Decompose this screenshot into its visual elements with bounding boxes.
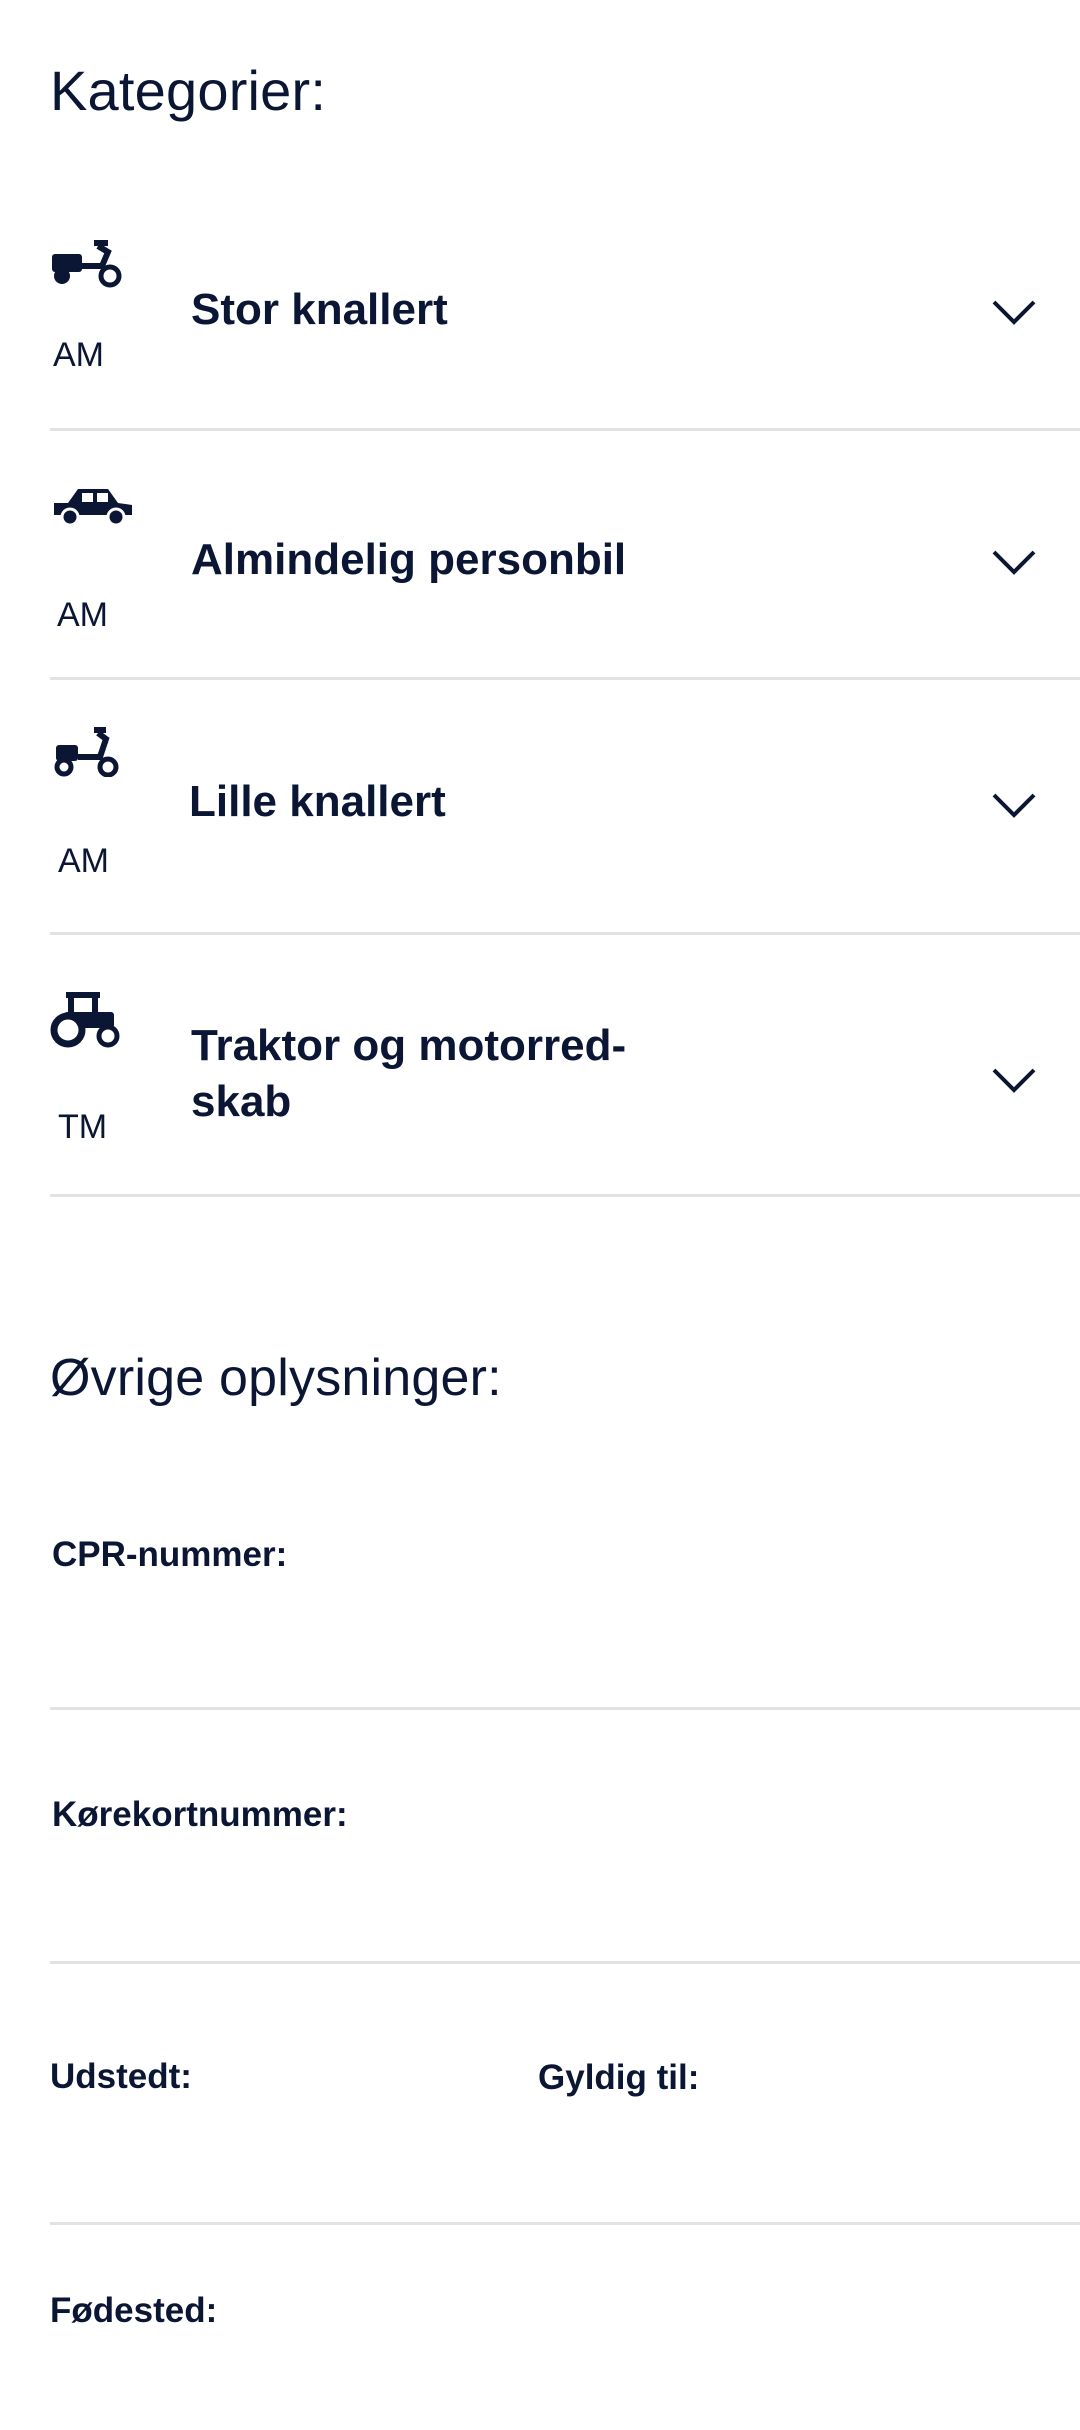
category-row-traktor[interactable]: TM Traktor og motorred- skab [50, 932, 1080, 1197]
cpr-field[interactable] [50, 1707, 1080, 1710]
category-label: Traktor og motorred- skab [191, 1021, 627, 1126]
birthplace-label: Fødested: [50, 2291, 218, 2330]
moped-large-icon [50, 238, 122, 288]
category-code: AM [57, 596, 108, 634]
category-row-stor-knallert[interactable]: AM Stor knallert [50, 200, 1080, 431]
issued-label: Udstedt: [50, 2057, 192, 2096]
category-code: AM [53, 336, 104, 374]
license-number-label: Kørekortnummer: [52, 1795, 348, 1834]
category-code: TM [58, 1108, 108, 1146]
car-icon [50, 483, 134, 529]
category-row-almindelig-personbil[interactable]: AM Almindelig personbil [50, 428, 1080, 680]
category-label: Lille knallert [189, 777, 446, 826]
other-info-title: Øvrige oplysninger: [50, 1349, 502, 1407]
category-code: AM [58, 842, 109, 880]
license-number-field[interactable] [50, 1961, 1080, 1964]
tractor-icon [50, 990, 120, 1050]
chevron-down-icon[interactable] [990, 791, 1038, 821]
category-label: Almindelig personbil [191, 535, 627, 584]
category-label: Stor knallert [191, 285, 448, 334]
chevron-down-icon[interactable] [990, 1066, 1038, 1096]
moped-small-icon [50, 725, 122, 777]
category-row-lille-knallert[interactable]: AM Lille knallert [50, 677, 1080, 935]
chevron-down-icon[interactable] [990, 548, 1038, 578]
categories-title: Kategorier: [50, 59, 327, 122]
issued-valid-field[interactable] [50, 2222, 1080, 2225]
chevron-down-icon[interactable] [990, 298, 1038, 328]
valid-until-label: Gyldig til: [538, 2058, 700, 2097]
cpr-label: CPR-nummer: [52, 1535, 288, 1574]
